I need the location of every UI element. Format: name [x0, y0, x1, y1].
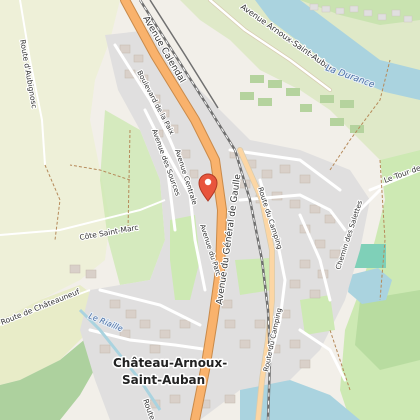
town-name-line2: Saint-Auban: [122, 373, 205, 387]
town-name-line1: Château-Arnoux-: [113, 356, 227, 370]
map-view[interactable]: Avenue Calendal Avenue Arnoux-Saint-Auba…: [0, 0, 420, 420]
map-canvas: Avenue Calendal Avenue Arnoux-Saint-Auba…: [0, 0, 420, 420]
